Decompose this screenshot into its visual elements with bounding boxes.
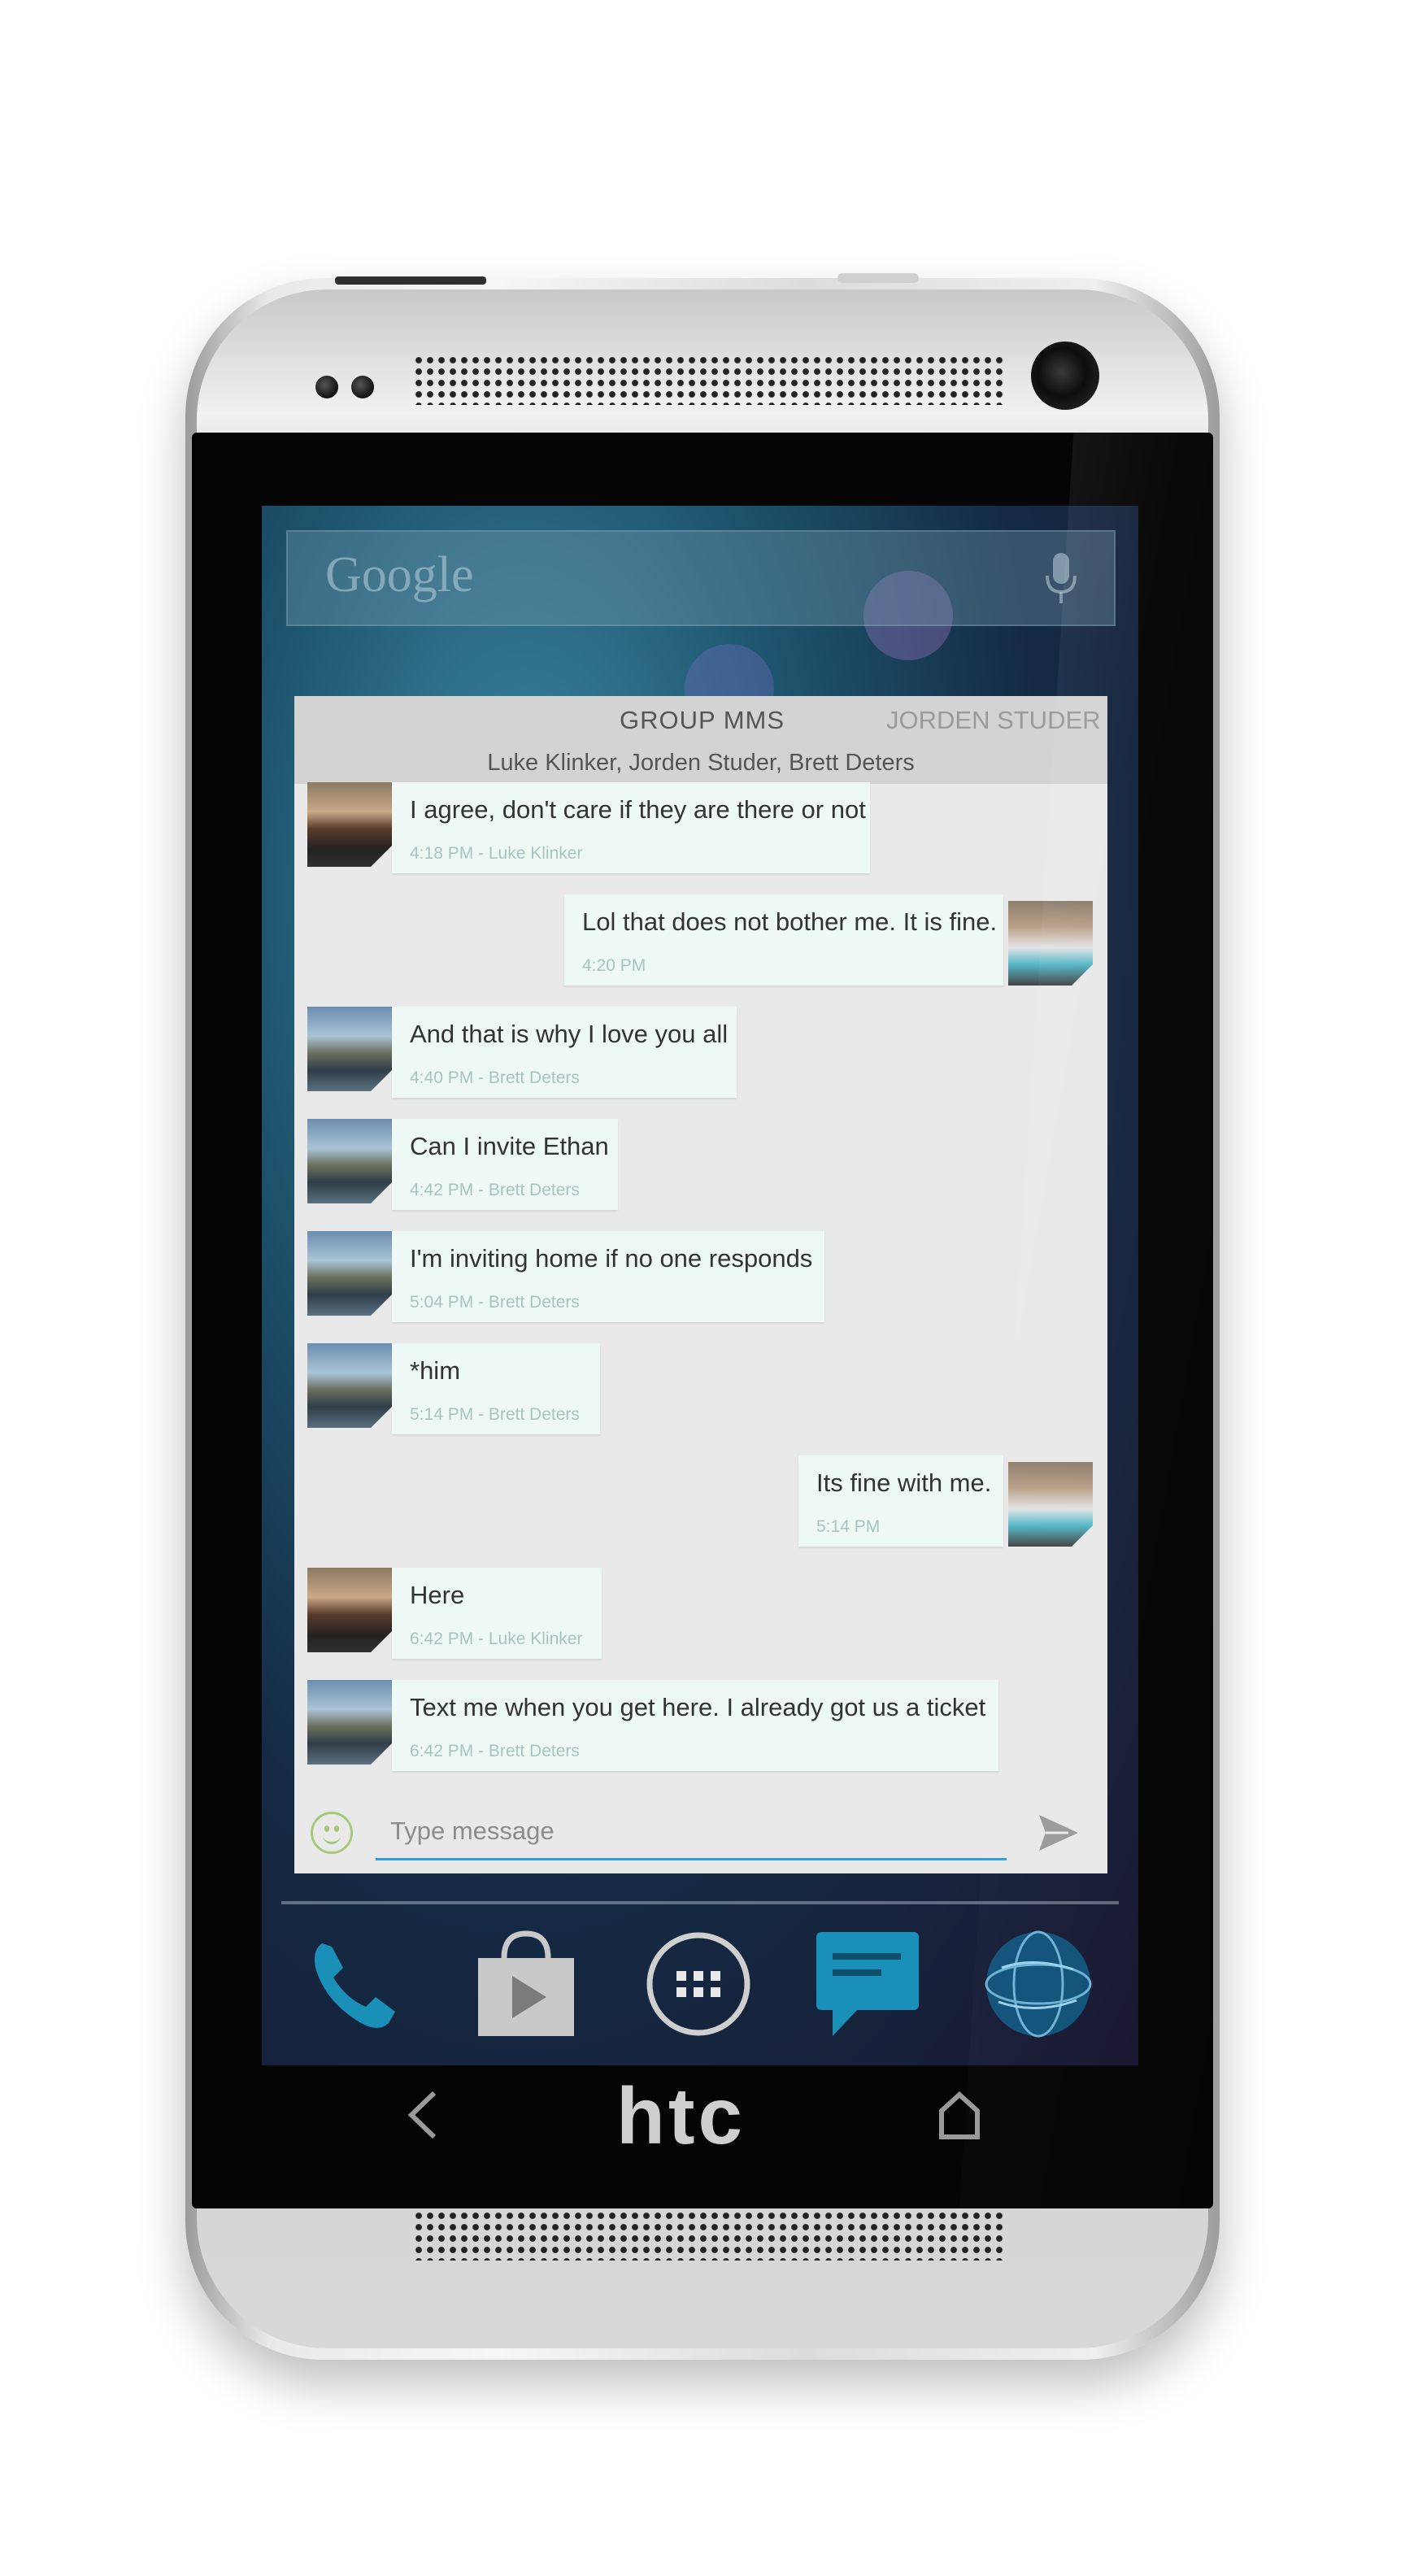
avatar[interactable] [307,1680,392,1764]
emoji-icon[interactable] [311,1812,353,1854]
message-text: And that is why I love you all [410,1020,729,1048]
message-text: Can I invite Ethan [410,1132,609,1160]
message-timestamp: 6:42 PM - Luke Klinker [410,1630,583,1648]
avatar[interactable] [307,1343,392,1428]
back-icon[interactable] [398,2086,447,2143]
avatar[interactable] [307,782,392,867]
message-bubble[interactable]: And that is why I love you all 4:40 PM -… [392,1007,737,1098]
bottom-speaker-grille [413,2210,1007,2261]
message-bubble[interactable]: *him 5:14 PM - Brett Deters [392,1343,600,1434]
message-text: I'm inviting home if no one responds [410,1244,813,1273]
play-store-icon[interactable] [472,1927,581,2041]
message-bubble[interactable]: Text me when you get here. I already got… [392,1680,998,1771]
front-camera [1031,342,1099,410]
message-timestamp: 4:40 PM - Brett Deters [410,1068,580,1087]
message-timestamp: 5:04 PM - Brett Deters [410,1293,580,1312]
message-text: I agree, don't care if they are there or… [410,795,866,824]
message-timestamp: 6:42 PM - Brett Deters [410,1742,580,1760]
phone-icon[interactable] [298,1927,407,2041]
avatar[interactable] [307,1119,392,1203]
message-text: Here [410,1581,465,1609]
avatar[interactable] [307,1231,392,1316]
google-logo: Google [325,547,474,603]
message-timestamp: 4:42 PM - Brett Deters [410,1181,580,1199]
proximity-sensor [315,376,338,398]
message-bubble[interactable]: I agree, don't care if they are there or… [392,782,870,873]
light-sensor [351,376,374,398]
participants-list: Luke Klinker, Jorden Studer, Brett Deter… [487,750,915,776]
power-button [335,276,486,285]
app-drawer-icon[interactable] [644,1927,753,2041]
conversation-header: GROUP MMS JORDEN STUDER Luke Klinker, Jo… [294,696,1107,784]
message-bubble[interactable]: Can I invite Ethan 4:42 PM - Brett Deter… [392,1119,618,1210]
message-text: Text me when you get here. I already got… [410,1693,986,1721]
message-text: *him [410,1356,461,1385]
message-bubble[interactable]: Its fine with me. 5:14 PM [798,1456,1003,1547]
message-timestamp: 5:14 PM - Brett Deters [410,1405,580,1424]
google-search-bar[interactable]: Google [286,530,1116,626]
ir-blaster [837,273,919,283]
group-mms-popup: GROUP MMS JORDEN STUDER Luke Klinker, Jo… [294,696,1107,1873]
top-speaker-grille [413,355,1007,405]
message-bubble[interactable]: Lol that does not bother me. It is fine.… [564,894,1003,986]
message-bubble[interactable]: Here 6:42 PM - Luke Klinker [392,1568,602,1659]
message-timestamp: 5:14 PM [816,1517,881,1536]
avatar[interactable] [307,1007,392,1091]
message-input[interactable] [376,1804,1007,1860]
message-text: Its fine with me. [816,1469,992,1497]
htc-logo: htc [616,2071,746,2160]
home-icon[interactable] [935,2090,984,2140]
tab-group-mms[interactable]: GROUP MMS [620,706,785,735]
message-text: Lol that does not bother me. It is fine. [582,907,998,936]
message-timestamp: 4:20 PM [582,956,646,975]
avatar[interactable] [307,1568,392,1652]
messaging-icon[interactable] [813,1927,922,2041]
message-bubble[interactable]: I'm inviting home if no one responds 5:0… [392,1231,824,1322]
message-timestamp: 4:18 PM - Luke Klinker [410,844,583,863]
